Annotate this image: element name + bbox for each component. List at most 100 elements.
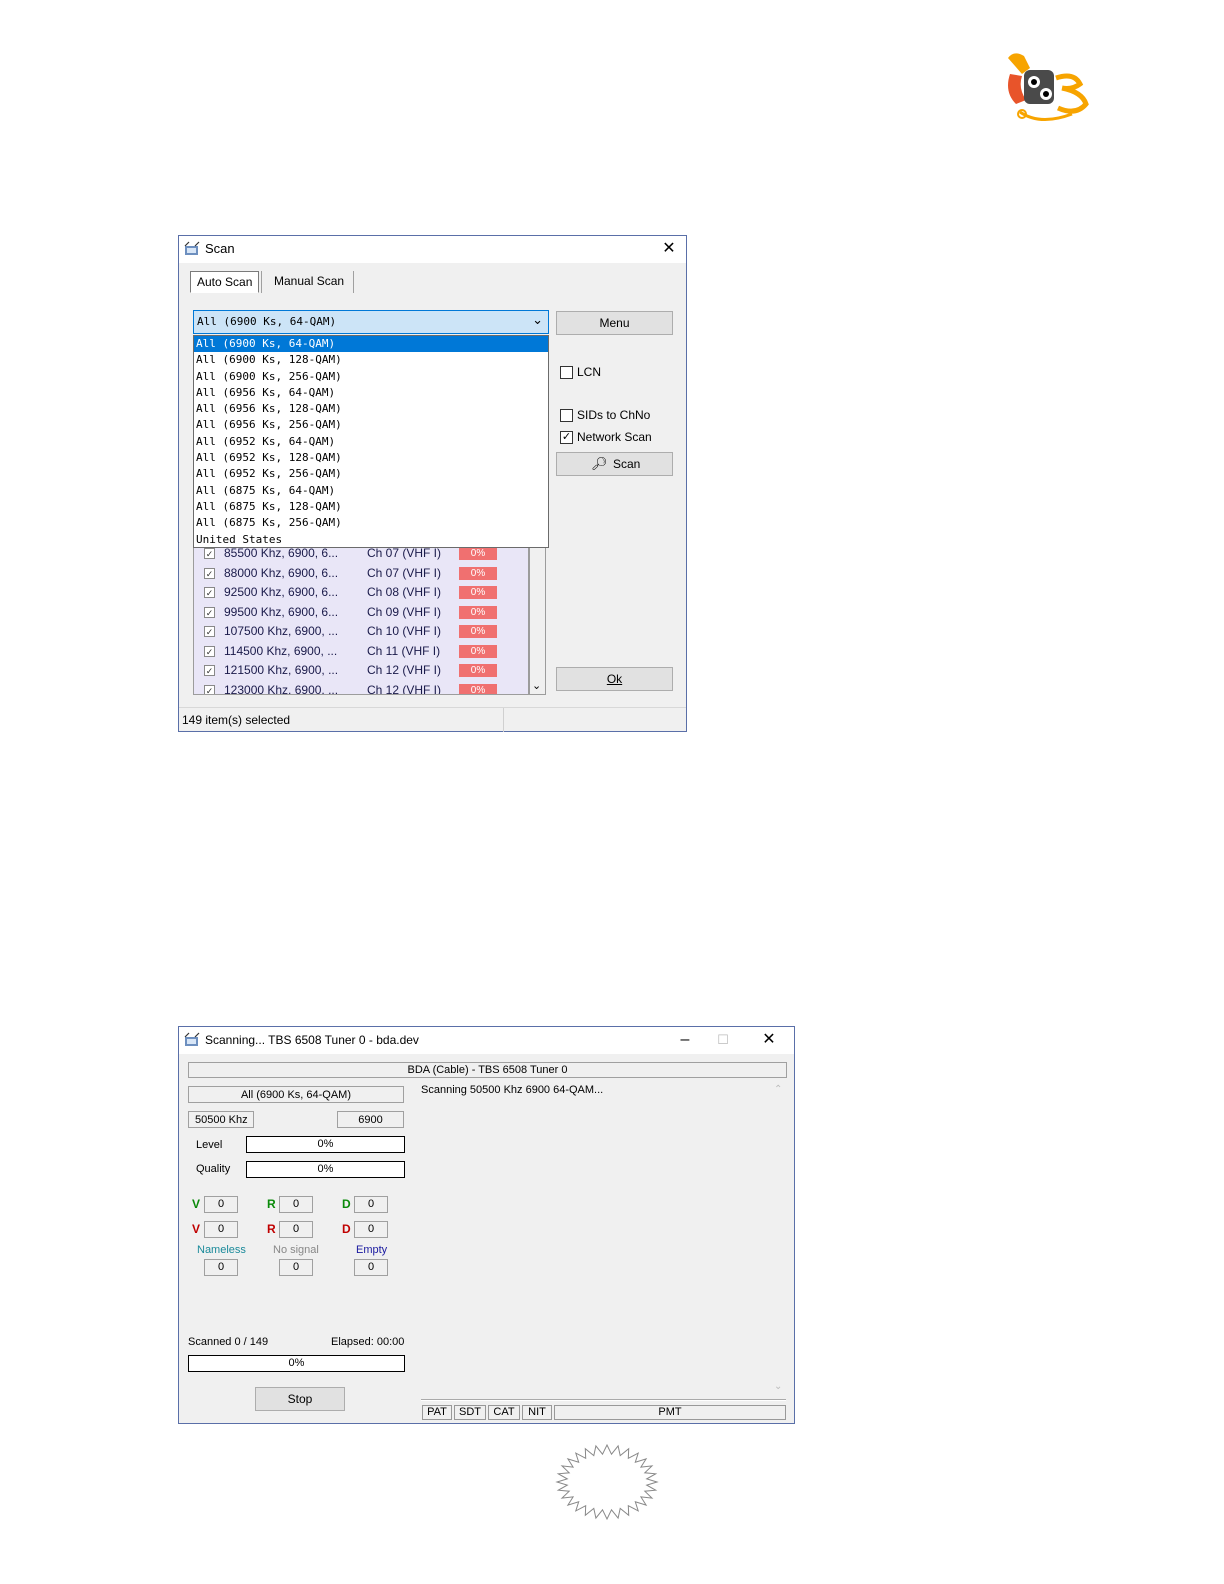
table-tab-cat: CAT (488, 1405, 520, 1420)
table-row[interactable]: ✓ 114500 Khz, 6900, ... Ch 11 (VHF I) 0% (194, 642, 510, 662)
row-checkbox[interactable]: ✓ (204, 665, 215, 676)
table-tab-nit: NIT (522, 1405, 552, 1420)
table-row[interactable]: ✓ 88000 Khz, 6900, 6... Ch 07 (VHF I) 0% (194, 564, 510, 584)
menu-button[interactable]: Menu (556, 311, 673, 335)
dropdown-option[interactable]: All (6900 Ks, 256-QAM) (194, 369, 548, 385)
row-checkbox[interactable]: ✓ (204, 548, 215, 559)
counter-value: 0 (279, 1196, 313, 1213)
row-channel: Ch 11 (VHF I) (367, 643, 441, 658)
counter-value: 0 (204, 1221, 238, 1238)
row-checkbox[interactable]: ✓ (204, 645, 215, 657)
table-row[interactable]: ✓ 92500 Khz, 6900, 6... Ch 08 (VHF I) 0% (194, 583, 510, 603)
nosignal-label: No signal (273, 1244, 319, 1256)
row-signal-percent: 0% (459, 683, 497, 694)
dropdown-option[interactable]: All (6900 Ks, 64-QAM) (194, 336, 548, 353)
dropdown-option[interactable]: All (6956 Ks, 64-QAM) (194, 385, 548, 401)
chevron-down-icon[interactable]: ⌄ (774, 1381, 782, 1392)
counter-letter: V (192, 1197, 201, 1211)
status-text: 149 item(s) selected (182, 713, 291, 727)
log-scrollbar[interactable]: ⌃ ⌄ (770, 1082, 786, 1396)
counter-letter: R (267, 1222, 276, 1236)
table-row[interactable]: ✓ 99500 Khz, 6900, 6... Ch 09 (VHF I) 0% (194, 603, 510, 623)
row-channel: Ch 07 (VHF I) (367, 565, 442, 580)
row-signal-percent: 0% (459, 625, 497, 638)
dropdown-option[interactable]: All (6875 Ks, 256-QAM) (194, 515, 548, 531)
counter-letter: D (342, 1197, 351, 1211)
scanned-text: Scanned 0 / 149 (188, 1336, 269, 1348)
log-line: Scanning 50500 Khz 6900 64-QAM... (421, 1084, 604, 1096)
table-row[interactable]: ✓ 107500 Khz, 6900, ... Ch 10 (VHF I) 0% (194, 622, 510, 642)
row-frequency: 107500 Khz, 6900, ... (224, 624, 339, 638)
dropdown-option[interactable]: All (6900 Ks, 128-QAM) (194, 352, 548, 368)
counter-letter: R (267, 1197, 276, 1211)
counter-value: 0 (354, 1221, 388, 1238)
dropdown-option[interactable]: All (6875 Ks, 64-QAM) (194, 483, 548, 499)
sids-label: SIDs to ChNo (577, 408, 651, 422)
row-frequency: 114500 Khz, 6900, ... (224, 643, 338, 658)
scan-log: Scanning 50500 Khz 6900 64-QAM... (414, 1082, 786, 1396)
row-channel: Ch 09 (VHF I) (367, 604, 442, 619)
table-row[interactable]: ✓ 121500 Khz, 6900, ... Ch 12 (VHF I) 0% (194, 661, 510, 681)
starburst-decoration (555, 1444, 659, 1520)
preset-combo-value: All (6900 Ks, 64-QAM) (197, 315, 337, 328)
app-icon (184, 241, 200, 255)
row-frequency: 121500 Khz, 6900, ... (224, 663, 339, 677)
table-row[interactable]: ✓ 123000 Khz, 6900, ... Ch 12 (VHF I) 0% (194, 681, 510, 695)
dropdown-option[interactable]: All (6875 Ks, 128-QAM) (194, 499, 548, 515)
dropdown-option[interactable]: United States (194, 532, 548, 548)
level-bar: 0% (246, 1136, 405, 1153)
table-tab-sdt: SDT (454, 1405, 486, 1420)
counter-value: 0 (279, 1221, 313, 1238)
close-icon[interactable]: ✕ (754, 1029, 784, 1051)
row-checkbox[interactable]: ✓ (204, 626, 215, 637)
tab-manual-scan[interactable]: Manual Scan (268, 271, 350, 293)
stop-button[interactable]: Stop (255, 1387, 345, 1411)
table-tab-pat: PAT (422, 1405, 452, 1420)
row-channel: Ch 12 (VHF I) (367, 663, 442, 677)
row-channel: Ch 07 (VHF I) (367, 546, 442, 560)
empty-count: 0 (354, 1259, 388, 1276)
row-checkbox[interactable]: ✓ (204, 587, 215, 598)
row-frequency: 88000 Khz, 6900, 6... (224, 565, 339, 580)
row-signal-percent: 0% (459, 644, 497, 658)
row-channel: Ch 10 (VHF I) (367, 624, 442, 638)
scan-progress-bar: 0% (188, 1355, 405, 1372)
magnifier-icon: 🔎︎ (591, 456, 608, 471)
chevron-down-icon[interactable]: ⌄ (532, 679, 541, 692)
preset-combo[interactable]: All (6900 Ks, 64-QAM) ⌄ (193, 310, 549, 334)
row-checkbox[interactable]: ✓ (204, 606, 215, 618)
preset-field: All (6900 Ks, 64-QAM) (188, 1086, 404, 1103)
nameless-count: 0 (204, 1259, 238, 1276)
row-checkbox[interactable]: ✓ (204, 684, 215, 694)
row-signal-percent: 0% (459, 664, 497, 677)
dropdown-option[interactable]: All (6952 Ks, 128-QAM) (194, 450, 548, 466)
row-frequency: 123000 Khz, 6900, ... (224, 682, 339, 695)
row-frequency: 85500 Khz, 6900, 6... (224, 546, 339, 560)
network-scan-label: Network Scan (577, 430, 652, 444)
row-signal-percent: 0% (459, 547, 497, 560)
minimize-icon[interactable]: – (670, 1029, 700, 1051)
counter-value: 0 (354, 1196, 388, 1213)
dropdown-option[interactable]: All (6952 Ks, 256-QAM) (194, 466, 548, 482)
app-icon (184, 1032, 200, 1046)
device-field: BDA (Cable) - TBS 6508 Tuner 0 (188, 1062, 787, 1078)
scanning-title-bar: Scanning... TBS 6508 Tuner 0 - bda.dev –… (179, 1027, 794, 1054)
close-icon[interactable]: ✕ (654, 238, 684, 260)
row-frequency: 92500 Khz, 6900, 6... (224, 585, 339, 599)
sids-checkbox[interactable] (560, 409, 573, 422)
chevron-up-icon[interactable]: ⌃ (774, 1084, 782, 1095)
lcn-checkbox[interactable] (560, 366, 573, 379)
scan-button[interactable]: 🔎︎ Scan (556, 452, 673, 476)
dropdown-option[interactable]: All (6956 Ks, 128-QAM) (194, 401, 548, 417)
scan-button-label: Scan (613, 457, 641, 471)
quality-label: Quality (196, 1163, 231, 1175)
row-checkbox[interactable]: ✓ (204, 567, 215, 579)
ok-button[interactable]: Ok (556, 667, 673, 691)
empty-label: Empty (356, 1244, 388, 1256)
tab-auto-scan[interactable]: Auto Scan (190, 271, 260, 293)
dropdown-option[interactable]: All (6956 Ks, 256-QAM) (194, 417, 548, 433)
preset-dropdown[interactable]: All (6900 Ks, 64-QAM) All (6900 Ks, 128-Q… (193, 335, 549, 548)
chevron-down-icon[interactable]: ⌄ (532, 313, 543, 328)
network-scan-checkbox[interactable]: ✓ (560, 431, 573, 444)
dropdown-option[interactable]: All (6952 Ks, 64-QAM) (194, 434, 548, 450)
